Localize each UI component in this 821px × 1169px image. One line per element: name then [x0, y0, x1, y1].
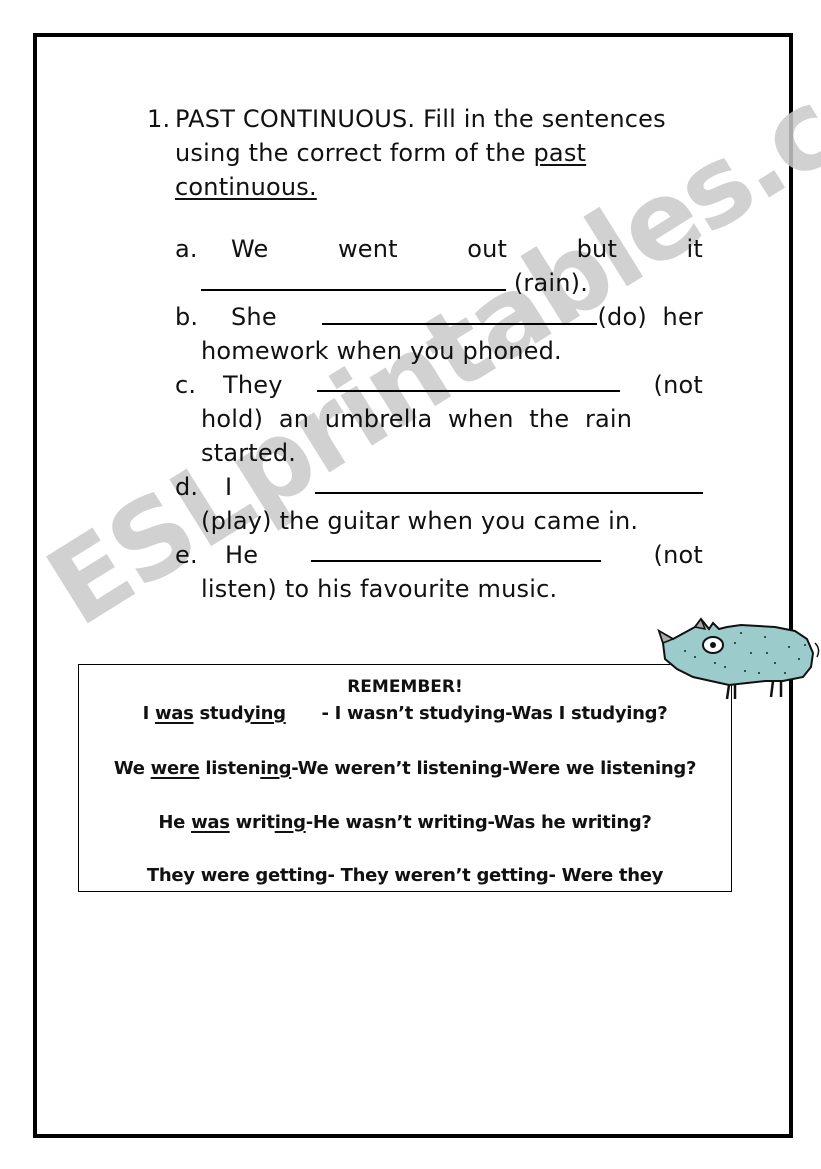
text-segment: stud	[193, 703, 244, 724]
underlined-segment: were	[150, 758, 200, 779]
underlined-segment: ying	[243, 703, 286, 724]
exercise-item-e: e. He (not listen) to his favourite musi…	[175, 538, 703, 606]
item-letter: d.	[175, 473, 199, 501]
subject: He	[225, 541, 259, 569]
verb-hint: (not	[653, 541, 703, 569]
text-segment: -We weren’t listening-Were we listening?	[291, 758, 697, 779]
answer-blank-d[interactable]	[315, 470, 703, 494]
answer-blank-a[interactable]	[201, 267, 506, 291]
subject: I	[225, 473, 233, 501]
sentence-continuation: started.	[201, 439, 297, 467]
exercise-item-b: b. She (do) her homework when you phoned…	[175, 300, 703, 368]
sentence-continuation: listen) to his favourite music.	[201, 575, 558, 603]
text-segment: They were getting- They weren’t getting-…	[146, 865, 664, 886]
word: out	[467, 235, 508, 263]
text-segment: We	[113, 758, 151, 779]
exercise-instruction: PAST CONTINUOUS. Fill in the sentences u…	[175, 105, 666, 167]
word: it	[686, 235, 703, 263]
underlined-segment: was	[154, 703, 194, 724]
verb-hint: (do) her	[597, 303, 703, 331]
text-segment: He	[158, 812, 192, 833]
underlined-segment: ing	[274, 812, 306, 833]
remember-title: REMEMBER!	[347, 677, 463, 697]
word: but	[576, 235, 618, 263]
exercise-items: a. We went out but it (rain). b. She (do…	[147, 232, 703, 606]
remember-line: We were listening-We weren’t listening-W…	[79, 758, 731, 779]
item-letter: e.	[175, 541, 198, 569]
underlined-segment: was	[191, 812, 230, 833]
remember-line: He was writing-He wasn’t writing-Was he …	[79, 812, 731, 833]
text-segment: - I wasn’t studying-Was I studying?	[285, 703, 668, 724]
answer-blank-e[interactable]	[310, 538, 601, 562]
exercise-number: 1.	[147, 105, 171, 133]
subject: She	[231, 303, 277, 331]
rhino-body	[657, 617, 815, 687]
exercise: 1. PAST CONTINUOUS. Fill in the sentence…	[147, 102, 707, 606]
sentence-continuation: (play) the guitar when you came in.	[201, 507, 639, 535]
remember-box: REMEMBER! I was studying - I wasn’t stud…	[78, 664, 732, 892]
word: We	[231, 235, 269, 263]
item-letter: b.	[175, 303, 199, 331]
rhino-tail	[814, 642, 820, 658]
answer-blank-b[interactable]	[322, 301, 598, 325]
exercise-item-c: c. They (not hold) an umbrella when the …	[175, 368, 703, 470]
text-segment: I	[142, 703, 155, 724]
rhino-horn	[693, 617, 707, 631]
verb-hint: (not	[653, 371, 703, 399]
rhino-pupil	[710, 642, 716, 648]
underlined-segment: ing	[260, 758, 292, 779]
rhino-icon	[657, 617, 820, 700]
verb-hint: (rain).	[513, 269, 589, 297]
exercise-title: 1. PAST CONTINUOUS. Fill in the sentence…	[147, 102, 707, 204]
text-segment: writ	[229, 812, 275, 833]
sentence-continuation: homework when you phoned.	[201, 337, 562, 365]
word: went	[337, 235, 398, 263]
text-segment: -He wasn’t writing-Was he writing?	[305, 812, 652, 833]
item-letter: c.	[175, 371, 197, 399]
answer-blank-c[interactable]	[316, 368, 620, 392]
sentence-continuation: hold) an umbrella when the rain	[201, 405, 633, 433]
exercise-item-a: a. We went out but it (rain).	[175, 232, 703, 300]
subject: They	[223, 371, 283, 399]
exercise-item-d: d. I (play) the guitar when you came in.	[175, 470, 703, 538]
remember-line: They were getting- They weren’t getting-…	[79, 865, 731, 886]
item-letter: a.	[175, 235, 198, 263]
text-segment: listen	[199, 758, 261, 779]
remember-line: I was studying - I wasn’t studying-Was I…	[79, 703, 731, 724]
